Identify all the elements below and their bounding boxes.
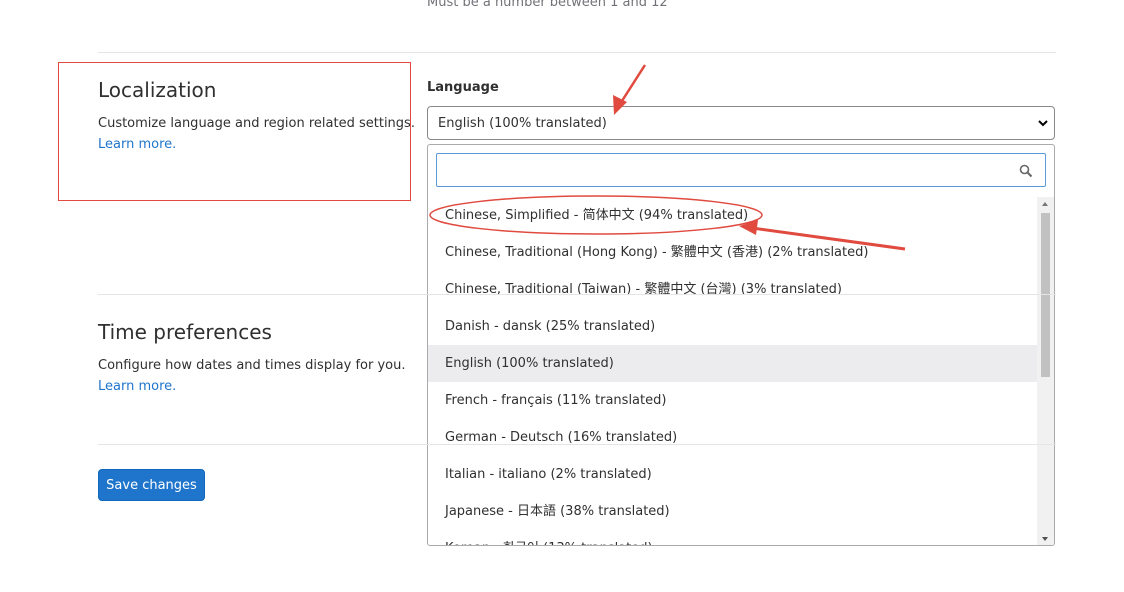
language-option[interactable]: Italian - italiano (2% translated): [428, 456, 1037, 493]
language-dropdown: Chinese, Simplified - 简体中文 (94% translat…: [427, 144, 1055, 546]
time-preferences-title: Time preferences: [98, 320, 272, 344]
dropdown-scrollbar[interactable]: [1037, 197, 1054, 545]
save-changes-button[interactable]: Save changes: [98, 469, 205, 501]
number-help-text: Must be a number between 1 and 12: [427, 0, 668, 10]
language-options-list: Chinese, Simplified - 简体中文 (94% translat…: [428, 197, 1037, 545]
scrollbar-thumb[interactable]: [1041, 213, 1050, 377]
language-option-selected[interactable]: English (100% translated): [428, 345, 1037, 382]
time-preferences-description: Configure how dates and times display fo…: [98, 355, 418, 397]
divider: [98, 444, 1056, 445]
language-option[interactable]: Danish - dansk (25% translated): [428, 308, 1037, 345]
language-search-input[interactable]: [437, 154, 997, 186]
language-option[interactable]: French - français (11% translated): [428, 382, 1037, 419]
language-option[interactable]: Chinese, Traditional (Hong Kong) - 繁體中文 …: [428, 234, 1037, 271]
scroll-down-arrow-icon[interactable]: [1042, 537, 1048, 541]
language-search-field[interactable]: [436, 153, 1046, 187]
chevron-down-icon: [1038, 120, 1048, 127]
language-option[interactable]: German - Deutsch (16% translated): [428, 419, 1037, 456]
search-icon: [1019, 164, 1033, 178]
localization-title: Localization: [98, 78, 217, 102]
localization-learn-more-link[interactable]: Learn more.: [98, 137, 176, 152]
scroll-up-arrow-icon[interactable]: [1042, 202, 1048, 206]
language-option[interactable]: Chinese, Simplified - 简体中文 (94% translat…: [428, 197, 1037, 234]
localization-description: Customize language and region related se…: [98, 113, 418, 155]
language-label: Language: [427, 80, 499, 95]
annotation-arrow-line: [618, 64, 647, 105]
localization-description-text: Customize language and region related se…: [98, 116, 415, 131]
language-select-value: English (100% translated): [438, 116, 607, 131]
language-option[interactable]: Chinese, Traditional (Taiwan) - 繁體中文 (台灣…: [428, 271, 1037, 308]
language-option[interactable]: Japanese - 日本語 (38% translated): [428, 493, 1037, 530]
divider: [98, 52, 1056, 53]
language-select[interactable]: English (100% translated): [427, 106, 1055, 140]
divider: [98, 294, 1056, 295]
time-description-text: Configure how dates and times display fo…: [98, 358, 406, 373]
time-learn-more-link[interactable]: Learn more.: [98, 379, 176, 394]
language-option[interactable]: Korean - 한국어 (13% translated): [428, 530, 1037, 545]
